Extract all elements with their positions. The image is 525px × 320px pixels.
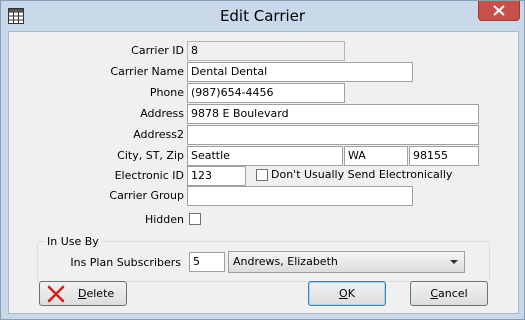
cancel-label: ancel bbox=[438, 287, 468, 300]
dont-send-electronically-label: Don't Usually Send Electronically bbox=[271, 168, 453, 181]
ins-plan-subscribers-count: 5 bbox=[189, 252, 225, 272]
window-title: Edit Carrier bbox=[219, 7, 306, 25]
address2-input[interactable] bbox=[187, 125, 479, 145]
hidden-checkbox[interactable] bbox=[189, 213, 201, 225]
carrier-name-label: Carrier Name bbox=[110, 65, 184, 78]
ins-plan-subscribers-selected: Andrews, Elizabeth bbox=[233, 255, 338, 268]
carrier-name-input[interactable]: Dental Dental bbox=[187, 62, 413, 82]
zip-input[interactable]: 98155 bbox=[409, 146, 479, 166]
state-input[interactable]: WA bbox=[344, 146, 408, 166]
red-x-icon bbox=[47, 285, 65, 303]
delete-label: elete bbox=[86, 287, 115, 300]
city-input[interactable]: Seattle bbox=[187, 146, 343, 166]
close-icon bbox=[493, 5, 505, 16]
in-use-by-title: In Use By bbox=[45, 235, 101, 248]
dont-send-electronically-checkbox[interactable] bbox=[256, 169, 268, 181]
ins-plan-subscribers-label: Ins Plan Subscribers bbox=[70, 256, 181, 269]
electronic-id-input[interactable]: 123 bbox=[187, 166, 246, 186]
carrier-id-field: 8 bbox=[187, 41, 345, 61]
address2-label: Address2 bbox=[133, 128, 184, 141]
ok-label: K bbox=[347, 287, 355, 300]
cancel-button[interactable]: Cancel bbox=[410, 281, 488, 306]
edit-carrier-window: Edit Carrier Carrier ID 8 Carrier Name D… bbox=[0, 0, 525, 320]
hidden-label: Hidden bbox=[144, 213, 184, 226]
carrier-id-label: Carrier ID bbox=[131, 44, 184, 57]
ok-accel: O bbox=[339, 287, 348, 300]
carrier-group-label: Carrier Group bbox=[109, 189, 184, 202]
city-st-zip-label: City, ST, Zip bbox=[117, 149, 184, 162]
carrier-group-input[interactable] bbox=[187, 186, 413, 206]
ins-plan-subscribers-select[interactable]: Andrews, Elizabeth bbox=[228, 251, 465, 273]
title-bar: Edit Carrier bbox=[1, 1, 524, 31]
phone-label: Phone bbox=[149, 86, 184, 99]
close-button[interactable] bbox=[478, 1, 520, 21]
dialog-body: Carrier ID 8 Carrier Name Dental Dental … bbox=[8, 31, 519, 314]
delete-button[interactable]: Delete bbox=[39, 281, 127, 306]
phone-input[interactable]: (987)654-4456 bbox=[187, 83, 345, 103]
cancel-accel: C bbox=[430, 287, 439, 300]
address-input[interactable]: 9878 E Boulevard bbox=[187, 104, 479, 124]
ok-button[interactable]: OK bbox=[308, 281, 386, 306]
address-label: Address bbox=[140, 107, 184, 120]
chevron-down-icon bbox=[450, 260, 458, 264]
electronic-id-label: Electronic ID bbox=[114, 169, 184, 182]
